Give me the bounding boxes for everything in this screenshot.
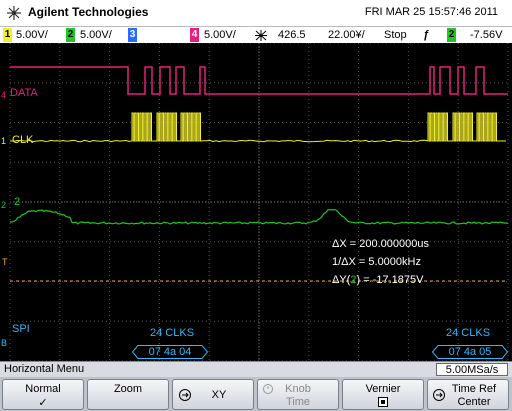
trigger-level-marker[interactable]: T: [2, 258, 8, 267]
time-reference-value: 426.5: [278, 29, 306, 41]
frame-2-clock-count: 24 CLKS: [446, 327, 491, 339]
knob-label: Knob: [285, 383, 311, 395]
xy-mode-button[interactable]: XY: [172, 379, 254, 410]
trigger-slope-icon: ƒ: [423, 29, 430, 41]
frame-1-decode-packet[interactable]: 07 4a 04: [132, 345, 208, 359]
checkbox-mark-icon: [381, 400, 385, 404]
softkey-row: Normal ✓ Zoom XY Knob Time Vernier Time …: [0, 377, 512, 411]
spi-bus-label: SPI: [12, 323, 30, 335]
time-reference-icon: [255, 30, 267, 41]
graticule-and-traces: [9, 43, 509, 361]
normal-mode-label: Normal: [25, 383, 61, 395]
inverse-delta-x-measurement: 1/ΔX = 5.0000kHz: [332, 256, 421, 268]
normal-mode-button[interactable]: Normal ✓: [2, 379, 84, 410]
channel-2-indicator[interactable]: 2: [66, 28, 75, 42]
zoom-button[interactable]: Zoom: [87, 379, 169, 410]
zoom-label: Zoom: [113, 383, 143, 395]
channel-1-scale: 5.00V/: [16, 29, 48, 41]
clk-channel-marker[interactable]: 1: [1, 137, 6, 146]
status-bar: 1 5.00V/ 2 5.00V/ 3 4 5.00V/ 426.5 22.00…: [0, 26, 512, 43]
data-trace-label: DATA: [10, 87, 38, 99]
time-ref-button[interactable]: Time Ref Center: [427, 379, 509, 410]
channel-4-scale: 5.00V/: [204, 29, 236, 41]
knob-time-button[interactable]: Knob Time: [257, 379, 339, 410]
header-bar: Agilent Technologies FRI MAR 25 15:57:46…: [0, 0, 512, 26]
sample-rate: 5.00MSa/s: [436, 363, 508, 376]
channel-3-indicator[interactable]: 3: [128, 28, 137, 42]
run-state: Stop: [384, 29, 407, 41]
knob-time-label: Time: [285, 396, 311, 408]
channel-4-indicator[interactable]: 4: [190, 28, 199, 42]
vernier-label: Vernier: [365, 383, 401, 395]
time-ref-center-label: Center: [457, 396, 491, 408]
delta-x-measurement: ΔX = 200.000000us: [332, 238, 429, 250]
ch2-channel-marker[interactable]: 2: [1, 201, 6, 210]
time-scale-value: 22.00¥/: [328, 29, 365, 41]
frame-2-hex-value: 07 4a 05: [448, 346, 492, 358]
trigger-level-value: -7.56V: [470, 29, 503, 41]
vernier-checkbox[interactable]: [378, 397, 388, 407]
time-ref-label: Time Ref: [451, 383, 497, 395]
delta-y-prefix: ΔY(: [332, 274, 351, 286]
bus-marker[interactable]: B: [1, 339, 7, 348]
agilent-spark-icon: [7, 6, 21, 20]
menu-title: Horizontal Menu: [4, 363, 85, 375]
delta-y-measurement: ΔY(2) = -17.1875V: [332, 274, 423, 286]
frame-1-clock-count: 24 CLKS: [150, 327, 195, 339]
frame-2-decode-packet[interactable]: 07 4a 05: [432, 345, 508, 359]
clk-waveform: [9, 112, 506, 143]
ch2-trace-label: 2: [14, 196, 21, 208]
vernier-button[interactable]: Vernier: [342, 379, 424, 410]
xy-label: XY: [211, 389, 227, 401]
brand-name: Agilent Technologies: [28, 5, 149, 19]
menu-bar: Horizontal Menu 5.00MSa/s: [0, 361, 512, 377]
frame-1-hex-value: 07 4a 04: [148, 346, 192, 358]
check-icon: ✓: [38, 397, 48, 409]
channel-2-scale: 5.00V/: [80, 29, 112, 41]
clk-trace-label: CLK: [12, 134, 34, 146]
waveform-display[interactable]: 4 DATA 1 CLK 2 2 T SPI B ΔX = 200.000000…: [0, 43, 512, 361]
data-channel-marker[interactable]: 4: [1, 91, 6, 100]
trigger-source-indicator: 2: [447, 28, 456, 42]
channel-1-indicator[interactable]: 1: [3, 28, 12, 42]
delta-y-value: ) = -17.1875V: [356, 274, 424, 286]
datetime: FRI MAR 25 15:57:46 2011: [364, 6, 498, 18]
